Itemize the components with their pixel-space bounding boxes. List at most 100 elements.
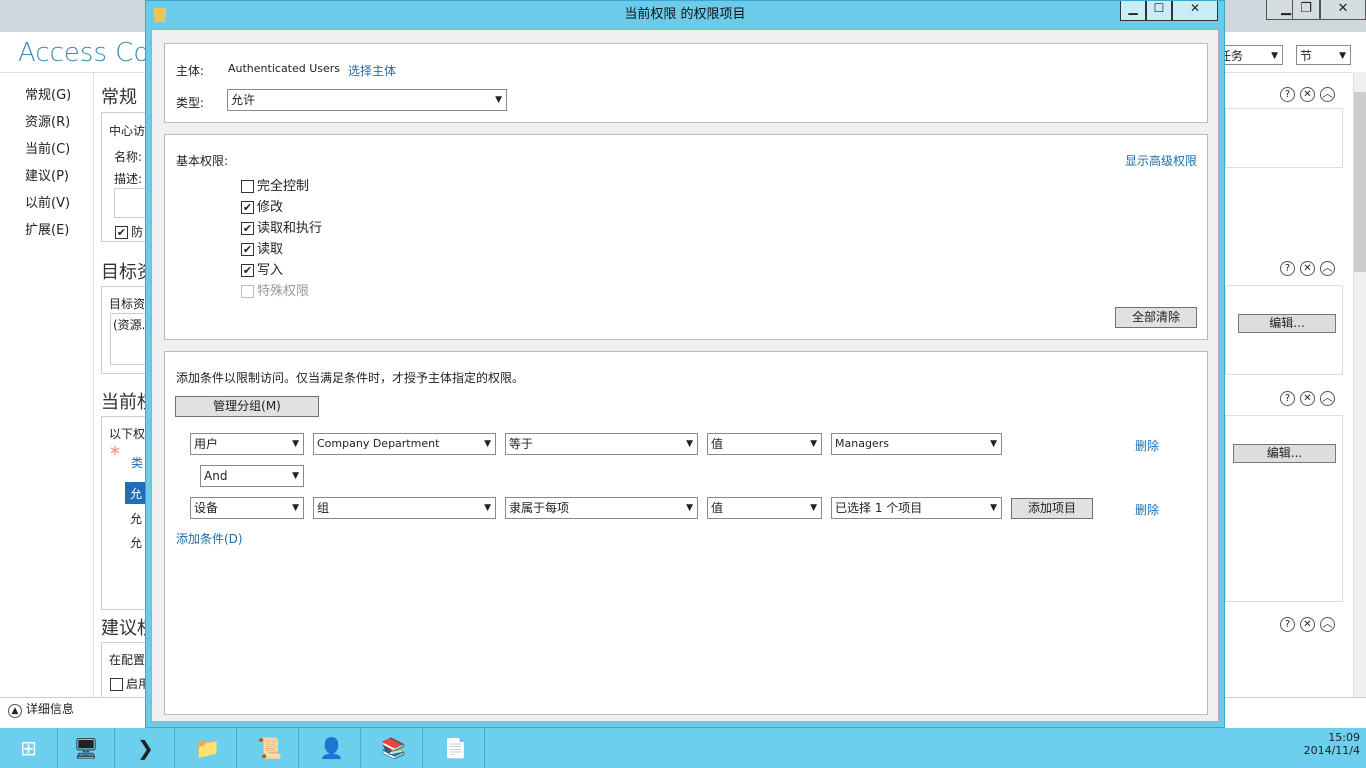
permission-checkbox[interactable]: 完全控制 (241, 175, 309, 194)
general-group-label: 中心访 (109, 124, 146, 138)
permission-label: 特殊权限 (257, 284, 310, 299)
section-controls[interactable]: ? ✕ ︿ (1275, 391, 1335, 406)
type-label: 类型: (176, 96, 205, 110)
cond1-operator[interactable]: 等于 ▼ (505, 433, 698, 455)
permission-label: 写入 (257, 263, 284, 278)
proposed-label: 在配置 (109, 653, 146, 667)
dialog-title: 当前权限 的权限项目 (624, 7, 746, 22)
asterisk-icon: * (110, 442, 120, 466)
nav-current[interactable]: 当前(C) (25, 138, 70, 157)
scrollbar[interactable] (1353, 72, 1366, 697)
list-item[interactable]: 允 (130, 510, 142, 527)
section-controls[interactable]: ? ✕ ︿ (1275, 261, 1335, 276)
nav-resources[interactable]: 资源(R) (25, 111, 70, 130)
details-toggle[interactable]: ▲ 详细信息 (8, 700, 74, 718)
section-controls[interactable]: ? ✕ ︿ (1275, 617, 1335, 632)
logical-operator-dropdown[interactable]: And ▼ (200, 465, 304, 487)
permission-entry-dialog: 当前权限 的权限项目 ▁ ☐ ✕ 主体: Authenticated Users… (145, 0, 1225, 728)
close-icon: ✕ (1300, 87, 1315, 102)
permission-checkbox[interactable]: 特殊权限 (241, 280, 309, 299)
permission-label: 修改 (257, 200, 284, 215)
type-dropdown[interactable]: 允许 ▼ (227, 89, 507, 111)
cond2-value[interactable]: 已选择 1 个项目 ▼ (831, 497, 1002, 519)
help-icon: ? (1280, 617, 1295, 632)
checkbox-icon (241, 180, 254, 193)
permission-label: 读取 (257, 242, 284, 257)
permission-checkbox[interactable]: ✔ 修改 (241, 196, 283, 215)
permission-label: 完全控制 (257, 179, 310, 194)
close-button[interactable]: ✕ (1320, 0, 1366, 20)
chevron-up-icon: ▲ (8, 704, 22, 718)
show-advanced-link[interactable]: 显示高级权限 (1125, 152, 1197, 169)
dialog-maximize-button[interactable]: ☐ (1146, 1, 1172, 21)
nav-extensions[interactable]: 扩展(E) (25, 219, 69, 238)
name-label: 名称: (114, 150, 143, 164)
help-icon: ? (1280, 391, 1295, 406)
document-icon[interactable]: 📄 (427, 728, 485, 768)
contacts-icon[interactable]: 👤 (303, 728, 361, 768)
section-dropdown[interactable]: 节 ▼ (1296, 45, 1351, 65)
notepad-icon[interactable]: 📜 (241, 728, 299, 768)
restore-button[interactable]: ❐ (1292, 0, 1320, 20)
checkbox-icon: ✔ (241, 222, 254, 235)
checkbox-icon: ✔ (241, 243, 254, 256)
type-column-header[interactable]: 类 (131, 454, 143, 471)
basic-permissions-label: 基本权限: (176, 154, 229, 168)
dialog-window-controls: ▁ ☐ ✕ (1120, 1, 1218, 21)
current-label: 以下权 (109, 427, 146, 441)
add-items-button[interactable]: 添加项目 (1011, 498, 1093, 519)
section-general: 常规 (101, 87, 137, 108)
delete-condition-1-link[interactable]: 删除 (1135, 437, 1159, 454)
cond2-value-type[interactable]: 值 ▼ (707, 497, 822, 519)
nav-proposed[interactable]: 建议(P) (25, 165, 69, 184)
cond1-subject[interactable]: 用户 ▼ (190, 433, 304, 455)
file-explorer-icon[interactable]: 📁 (179, 728, 237, 768)
dialog-minimize-button[interactable]: ▁ (1120, 1, 1146, 21)
server-manager-icon[interactable]: 🖥 (58, 728, 115, 768)
cond1-attribute[interactable]: Company Department ▼ (313, 433, 496, 455)
cond1-value[interactable]: Managers ▼ (831, 433, 1002, 455)
protect-checkbox[interactable]: ✔ 防 (115, 223, 143, 240)
edit-target-button[interactable]: 编辑... (1238, 314, 1336, 333)
close-icon: ✕ (1300, 261, 1315, 276)
clear-all-button[interactable]: 全部清除 (1115, 307, 1197, 328)
clock[interactable]: 15:09 2014/11/4 (1290, 731, 1360, 757)
delete-condition-2-link[interactable]: 删除 (1135, 501, 1159, 518)
collapse-icon: ︿ (1320, 391, 1335, 406)
add-condition-link[interactable]: 添加条件(D) (176, 530, 243, 547)
permission-label: 读取和执行 (257, 221, 323, 236)
cond1-value-type[interactable]: 值 ▼ (707, 433, 822, 455)
cond2-operator[interactable]: 隶属于每项 ▼ (505, 497, 698, 519)
condition-description: 添加条件以限制访问。仅当满足条件时，才授予主体指定的权限。 (176, 371, 525, 385)
permission-checkbox[interactable]: ✔ 写入 (241, 259, 283, 278)
checkbox-icon (241, 285, 254, 298)
cond2-subject[interactable]: 设备 ▼ (190, 497, 304, 519)
manage-groups-button[interactable]: 管理分组(M) (175, 396, 319, 417)
principal-value: Authenticated Users (228, 62, 341, 75)
permission-checkbox[interactable]: ✔ 读取 (241, 238, 283, 257)
close-icon: ✕ (1300, 391, 1315, 406)
start-button[interactable]: ⊞ (0, 728, 58, 768)
collapse-icon: ︿ (1320, 617, 1335, 632)
tasks-dropdown[interactable]: 任务 ▼ (1215, 45, 1283, 65)
select-principal-link[interactable]: 选择主体 (348, 62, 396, 79)
help-icon: ? (1280, 87, 1295, 102)
cond2-attribute[interactable]: 组 ▼ (313, 497, 496, 519)
powershell-icon[interactable]: ❯ (117, 728, 175, 768)
books-icon[interactable]: 📚 (365, 728, 423, 768)
help-icon: ? (1280, 261, 1295, 276)
principal-label: 主体: (176, 64, 205, 78)
nav-previous[interactable]: 以前(V) (25, 192, 70, 211)
enable-checkbox[interactable]: 启用 (110, 675, 150, 692)
section-controls[interactable]: ? ✕ ︿ (1275, 87, 1335, 102)
desc-label: 描述: (114, 172, 143, 186)
target-label: 目标资 (109, 297, 146, 311)
edit-current-button[interactable]: 编辑... (1233, 444, 1336, 463)
checkbox-icon: ✔ (241, 264, 254, 277)
dialog-close-button[interactable]: ✕ (1172, 1, 1218, 21)
close-icon: ✕ (1300, 617, 1315, 632)
collapse-icon: ︿ (1320, 87, 1335, 102)
nav-general[interactable]: 常规(G) (25, 84, 71, 103)
list-item[interactable]: 允 (130, 534, 142, 551)
permission-checkbox[interactable]: ✔ 读取和执行 (241, 217, 322, 236)
